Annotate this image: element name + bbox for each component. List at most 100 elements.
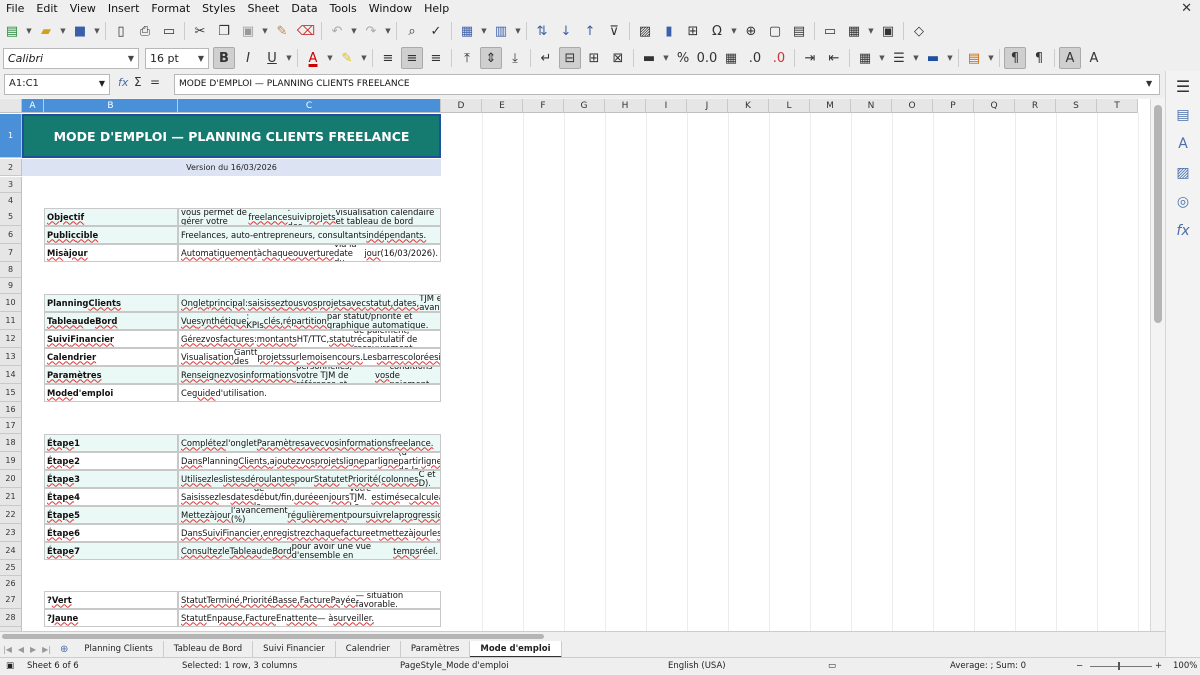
tab-planning-clients[interactable]: Planning Clients bbox=[74, 641, 164, 658]
undo-dropdown-icon[interactable]: ▼ bbox=[350, 20, 358, 42]
row-header-17[interactable]: 17 bbox=[0, 418, 22, 434]
borders-dropdown-icon[interactable]: ▼ bbox=[878, 47, 886, 69]
name-box[interactable]: A1:C1 ▼ bbox=[4, 74, 110, 95]
menu-styles[interactable]: Styles bbox=[196, 0, 241, 17]
save-icon[interactable]: ■ bbox=[69, 20, 91, 42]
formula-icon[interactable]: = bbox=[150, 75, 160, 89]
font-name-combo[interactable]: Calibri ▼ bbox=[3, 47, 139, 69]
merge-center-icon[interactable]: ⊟ bbox=[559, 47, 581, 69]
cut-icon[interactable]: ✂ bbox=[189, 20, 211, 42]
gallery-icon[interactable]: ▨ bbox=[1173, 163, 1193, 183]
description-cell[interactable]: Visualisation Gantt des projets sur le m… bbox=[178, 348, 441, 366]
page-style[interactable]: PageStyle_Mode d'emploi bbox=[400, 661, 509, 671]
show-draw-functions-icon[interactable]: ◇ bbox=[908, 20, 930, 42]
copy-icon[interactable]: ❐ bbox=[213, 20, 235, 42]
label-cell[interactable]: Étape 2 bbox=[44, 452, 178, 470]
description-cell[interactable]: Mettez à jour l'avancement (%) régulière… bbox=[178, 506, 441, 524]
sum-icon[interactable]: Σ bbox=[134, 75, 142, 89]
font-color-dropdown-icon[interactable]: ▼ bbox=[326, 47, 334, 69]
align-bottom-icon[interactable]: ⤓ bbox=[504, 47, 526, 69]
chevron-down-icon[interactable]: ▼ bbox=[128, 54, 134, 63]
column-header-b[interactable]: B bbox=[44, 99, 178, 113]
align-right-icon[interactable]: ≡ bbox=[425, 47, 447, 69]
navigator-icon[interactable]: ◎ bbox=[1173, 192, 1193, 212]
column-header-f[interactable]: F bbox=[523, 99, 564, 113]
freeze-dropdown-icon[interactable]: ▼ bbox=[867, 20, 875, 42]
freeze-rows-columns-icon[interactable]: ▦ bbox=[843, 20, 865, 42]
add-decimal-icon[interactable]: .0 bbox=[744, 47, 766, 69]
label-cell[interactable]: ? Jaune bbox=[44, 609, 178, 627]
column-header-k[interactable]: K bbox=[728, 99, 769, 113]
currency-format-icon[interactable]: ▬ bbox=[638, 47, 660, 69]
sheet-position[interactable]: Sheet 6 of 6 bbox=[27, 661, 79, 671]
new-dropdown-icon[interactable]: ▼ bbox=[25, 20, 33, 42]
column-header-g[interactable]: G bbox=[564, 99, 605, 113]
clear-formatting-icon[interactable]: ⌫ bbox=[295, 20, 317, 42]
insert-image-icon[interactable]: ▨ bbox=[634, 20, 656, 42]
description-cell[interactable]: Dans Planning Clients, ajoutez vos proje… bbox=[178, 452, 441, 470]
properties-icon[interactable]: ▤ bbox=[1173, 105, 1193, 125]
column-header-r[interactable]: R bbox=[1015, 99, 1056, 113]
label-cell[interactable]: Mode d'emploi bbox=[44, 384, 178, 402]
autofilter-icon[interactable]: ⊽ bbox=[603, 20, 625, 42]
paste-icon[interactable]: ▣ bbox=[237, 20, 259, 42]
special-character-dropdown-icon[interactable]: ▼ bbox=[730, 20, 738, 42]
description-cell[interactable]: Freelances, auto-entrepreneurs, consulta… bbox=[178, 226, 441, 244]
label-cell[interactable]: ? Vert bbox=[44, 591, 178, 609]
underline-icon[interactable]: U bbox=[261, 47, 283, 69]
split-window-icon[interactable]: ▣ bbox=[877, 20, 899, 42]
sum-status[interactable]: Average: ; Sum: 0 bbox=[950, 661, 1026, 671]
conditional-dropdown-icon[interactable]: ▼ bbox=[987, 47, 995, 69]
highlighting-color-icon[interactable]: ✎ bbox=[336, 47, 358, 69]
zoom-slider[interactable] bbox=[1090, 666, 1152, 667]
zoom-level[interactable]: 100% bbox=[1173, 661, 1197, 671]
tab-suivi-financier[interactable]: Suivi Financier bbox=[253, 641, 336, 658]
borders-icon[interactable]: ▦ bbox=[854, 47, 876, 69]
row-header-22[interactable]: 22 bbox=[0, 506, 22, 524]
label-cell[interactable]: Public cible bbox=[44, 226, 178, 244]
center-vertically-icon[interactable]: ⇕ bbox=[480, 47, 502, 69]
menu-help[interactable]: Help bbox=[418, 0, 455, 17]
row-header-14[interactable]: 14 bbox=[0, 366, 22, 384]
wrap-text-icon[interactable]: ↵ bbox=[535, 47, 557, 69]
label-cell[interactable]: Étape 5 bbox=[44, 506, 178, 524]
row-header-1[interactable]: 1 bbox=[0, 114, 22, 158]
menu-format[interactable]: Format bbox=[145, 0, 196, 17]
row-header-16[interactable]: 16 bbox=[0, 402, 22, 418]
row-icon[interactable]: ▦ bbox=[456, 20, 478, 42]
functions-icon[interactable]: fx bbox=[1173, 221, 1193, 241]
decrease-indent-icon[interactable]: ⇤ bbox=[823, 47, 845, 69]
conditional-format-icon[interactable]: ▤ bbox=[963, 47, 985, 69]
row-header-10[interactable]: 10 bbox=[0, 294, 22, 312]
column-header-p[interactable]: P bbox=[933, 99, 974, 113]
paste-dropdown-icon[interactable]: ▼ bbox=[261, 20, 269, 42]
pivot-table-icon[interactable]: ⊞ bbox=[682, 20, 704, 42]
expand-formula-icon[interactable]: ▼ bbox=[1146, 79, 1152, 88]
column-header-e[interactable]: E bbox=[482, 99, 523, 113]
font-size-combo[interactable]: 16 pt ▼ bbox=[145, 47, 209, 69]
menu-view[interactable]: View bbox=[64, 0, 102, 17]
vertical-scrollbar[interactable] bbox=[1150, 99, 1165, 631]
row-header-2[interactable]: 2 bbox=[0, 159, 22, 176]
next-sheet-icon[interactable]: ▶ bbox=[27, 645, 39, 654]
border-color-dropdown-icon[interactable]: ▼ bbox=[946, 47, 954, 69]
menu-insert[interactable]: Insert bbox=[102, 0, 146, 17]
new-document-icon[interactable]: ▤ bbox=[1, 20, 23, 42]
column-header-m[interactable]: M bbox=[810, 99, 851, 113]
row-header-8[interactable]: 8 bbox=[0, 262, 22, 278]
row-header-27[interactable]: 27 bbox=[0, 591, 22, 609]
horizontal-scroll-thumb[interactable] bbox=[2, 634, 544, 639]
sidebar-menu-icon[interactable]: ☰ bbox=[1173, 76, 1193, 96]
sort-descending-icon[interactable]: ↑ bbox=[579, 20, 601, 42]
label-cell[interactable]: Objectif bbox=[44, 208, 178, 226]
description-cell[interactable]: Automatiquement à chaque ouverture via l… bbox=[178, 244, 441, 262]
print-preview-icon[interactable]: ▭ bbox=[158, 20, 180, 42]
menu-data[interactable]: Data bbox=[285, 0, 323, 17]
description-cell[interactable]: Consultez le Tableau de Bord pour avoir … bbox=[178, 542, 441, 560]
row-header-24[interactable]: 24 bbox=[0, 542, 22, 560]
merge-cells-icon[interactable]: ⊞ bbox=[583, 47, 605, 69]
language-status[interactable]: English (USA) bbox=[668, 661, 726, 671]
description-cell[interactable]: Saisissez les dates de début/fin, la dur… bbox=[178, 488, 441, 506]
percent-format-icon[interactable]: % bbox=[672, 47, 694, 69]
increase-indent-icon[interactable]: ⇥ bbox=[799, 47, 821, 69]
